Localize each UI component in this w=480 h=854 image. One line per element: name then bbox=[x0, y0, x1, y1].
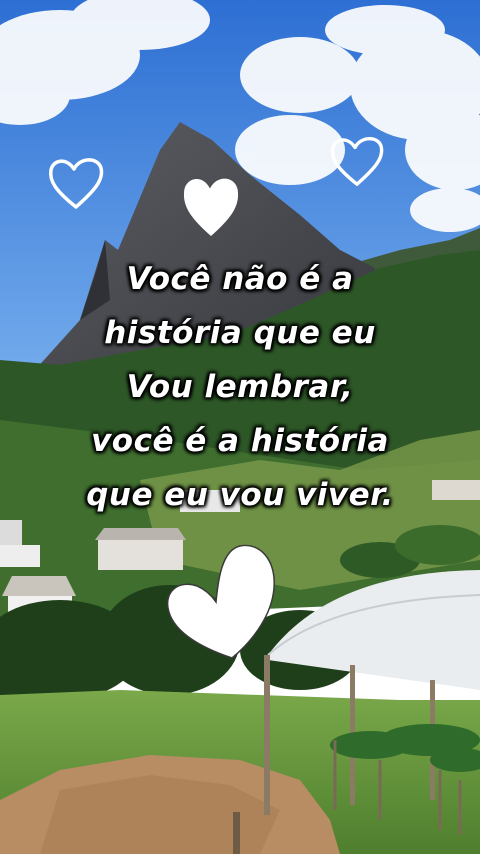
heart-filled-icon bbox=[166, 544, 275, 659]
quote-line: que eu vou viver. bbox=[86, 477, 394, 513]
quote-line: Você não é a bbox=[126, 261, 354, 297]
heart-outline-icon bbox=[330, 136, 384, 186]
quote-line: Vou lembrar, bbox=[126, 369, 354, 405]
quote-line: você é a história bbox=[91, 423, 389, 459]
heart-outline-icon bbox=[48, 158, 104, 209]
quote-text: Você não é a história que eu Vou lembrar… bbox=[0, 252, 480, 522]
heart-filled-icon bbox=[183, 178, 239, 236]
quote-line: história que eu bbox=[104, 315, 376, 351]
